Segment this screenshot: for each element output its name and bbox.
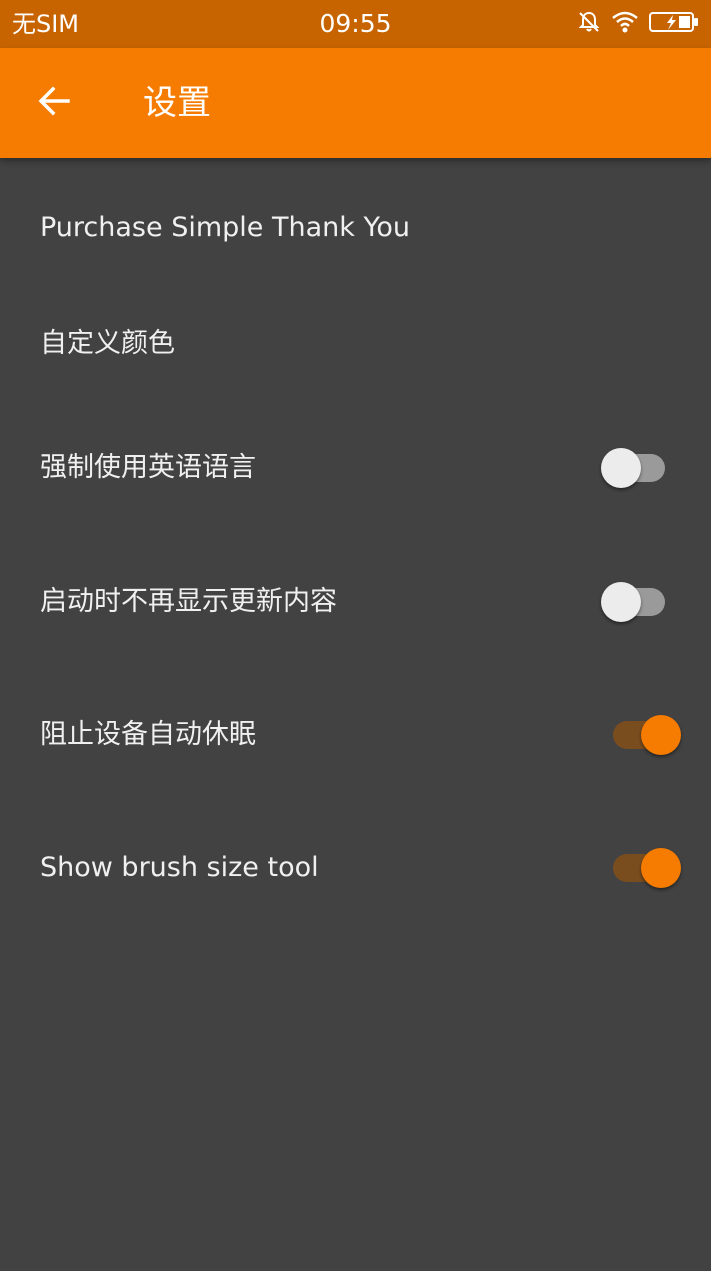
setting-prevent-sleep[interactable]: 阻止设备自动休眠 bbox=[0, 680, 711, 790]
switch-thumb bbox=[641, 715, 681, 755]
setting-label: Purchase Simple Thank You bbox=[40, 212, 410, 243]
switch-thumb bbox=[601, 582, 641, 622]
battery-charging-icon bbox=[649, 11, 699, 37]
setting-force-english[interactable]: 强制使用英语语言 bbox=[0, 413, 711, 523]
setting-custom-colors[interactable]: 自定义颜色 bbox=[0, 289, 711, 399]
force-english-switch[interactable] bbox=[601, 446, 673, 490]
wifi-icon bbox=[611, 11, 639, 37]
setting-purchase-thank-you[interactable]: Purchase Simple Thank You bbox=[0, 173, 711, 283]
setting-label: Show brush size tool bbox=[40, 852, 319, 883]
bell-off-icon bbox=[577, 10, 601, 38]
setting-label: 阻止设备自动休眠 bbox=[40, 719, 256, 750]
prevent-sleep-switch[interactable] bbox=[609, 713, 681, 757]
status-bar: 无SIM 09:55 bbox=[0, 0, 711, 48]
app-bar: 设置 bbox=[0, 48, 711, 158]
setting-label: 强制使用英语语言 bbox=[40, 452, 256, 483]
setting-brush-size-tool[interactable]: Show brush size tool bbox=[0, 813, 711, 923]
switch-thumb bbox=[601, 448, 641, 488]
arrow-left-icon bbox=[36, 83, 72, 123]
status-icons bbox=[577, 10, 699, 38]
brush-size-tool-switch[interactable] bbox=[609, 846, 681, 890]
page-title: 设置 bbox=[143, 83, 211, 123]
setting-label: 启动时不再显示更新内容 bbox=[40, 586, 337, 617]
switch-thumb bbox=[641, 848, 681, 888]
hide-changelog-switch[interactable] bbox=[601, 580, 673, 624]
setting-label: 自定义颜色 bbox=[40, 328, 175, 359]
setting-hide-changelog[interactable]: 启动时不再显示更新内容 bbox=[0, 547, 711, 657]
back-button[interactable] bbox=[26, 75, 82, 131]
